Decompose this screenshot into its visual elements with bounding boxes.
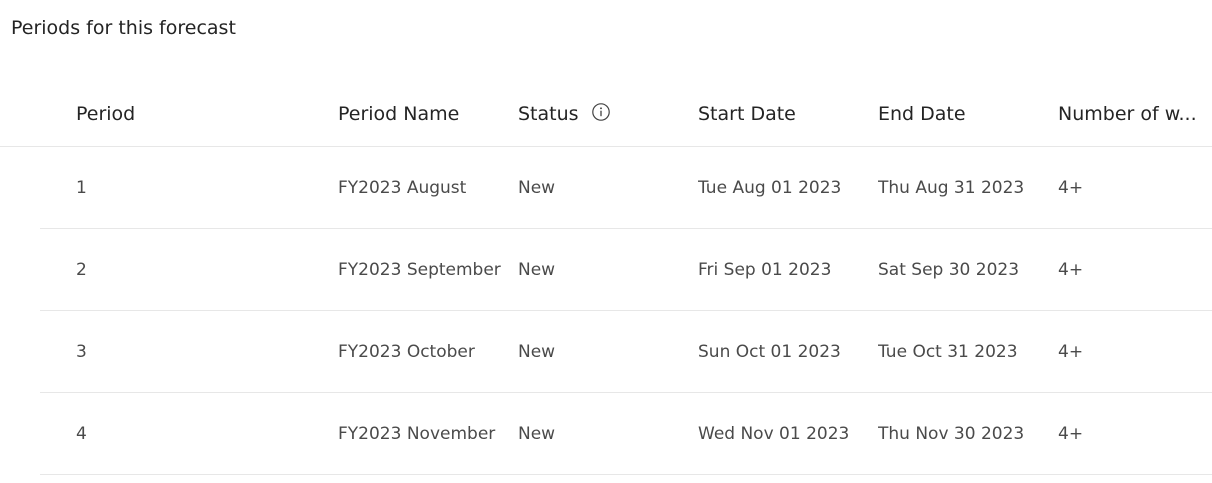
cell-period-name: FY2023 October (338, 342, 475, 362)
table-row[interactable]: 2 FY2023 September New Fri Sep 01 2023 S… (0, 229, 1212, 311)
cell-status: New (518, 424, 556, 444)
cell-period-name: FY2023 September (338, 260, 501, 280)
cell-end-date: Tue Oct 31 2023 (878, 342, 1018, 362)
column-header-number-of-weeks[interactable]: Number of w... (1058, 83, 1212, 146)
cell-number-of-weeks: 4+ (1058, 342, 1084, 362)
cell-end-date: Thu Nov 30 2023 (878, 424, 1025, 444)
cell-period-name: FY2023 November (338, 424, 496, 444)
periods-table: Period Period Name Status Start Date End… (0, 83, 1212, 475)
column-header-period[interactable]: Period (76, 83, 316, 146)
column-header-status[interactable]: Status (518, 83, 688, 146)
cell-number-of-weeks: 4+ (1058, 260, 1084, 280)
cell-start-date: Wed Nov 01 2023 (698, 424, 850, 444)
cell-end-date: Sat Sep 30 2023 (878, 260, 1020, 280)
cell-end-date: Thu Aug 31 2023 (878, 178, 1025, 198)
table-row[interactable]: 1 FY2023 August New Tue Aug 01 2023 Thu … (0, 147, 1212, 229)
column-header-label: End Date (878, 102, 966, 125)
cell-start-date: Sun Oct 01 2023 (698, 342, 841, 362)
section-title: Periods for this forecast (11, 17, 236, 39)
cell-start-date: Tue Aug 01 2023 (698, 178, 842, 198)
cell-period: 4 (76, 424, 87, 444)
periods-panel: Periods for this forecast Period Period … (0, 0, 1212, 483)
cell-status: New (518, 178, 556, 198)
cell-number-of-weeks: 4+ (1058, 178, 1084, 198)
cell-period-name: FY2023 August (338, 178, 467, 198)
column-header-label: Status (518, 102, 579, 125)
cell-period: 3 (76, 342, 87, 362)
table-row[interactable]: 3 FY2023 October New Sun Oct 01 2023 Tue… (0, 311, 1212, 393)
column-header-period-name[interactable]: Period Name (338, 83, 513, 146)
cell-period: 2 (76, 260, 87, 280)
column-header-label: Period Name (338, 102, 460, 125)
cell-status: New (518, 342, 556, 362)
cell-status: New (518, 260, 556, 280)
table-row[interactable]: 4 FY2023 November New Wed Nov 01 2023 Th… (0, 393, 1212, 475)
column-header-label: Period (76, 102, 136, 125)
column-header-label: Number of w... (1058, 102, 1197, 125)
cell-number-of-weeks: 4+ (1058, 424, 1084, 444)
cell-period: 1 (76, 178, 87, 198)
column-header-label: Start Date (698, 102, 796, 125)
column-header-end-date[interactable]: End Date (878, 83, 1053, 146)
info-icon[interactable] (591, 102, 611, 122)
cell-start-date: Fri Sep 01 2023 (698, 260, 832, 280)
column-header-start-date[interactable]: Start Date (698, 83, 873, 146)
table-header-row: Period Period Name Status Start Date End… (0, 83, 1212, 147)
